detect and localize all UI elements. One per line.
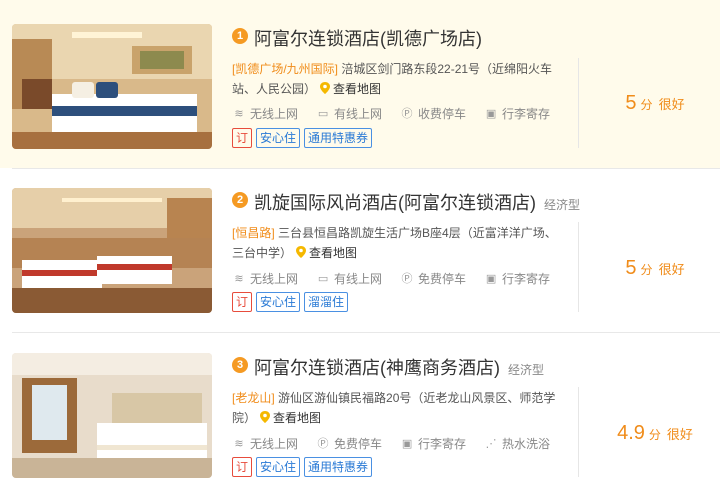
- wifi-icon: ≋: [234, 107, 244, 120]
- coupon-tag[interactable]: 通用特惠券: [304, 457, 373, 477]
- facility-item: ▭ 有线上网: [317, 272, 383, 286]
- map-pin-icon: [320, 82, 331, 94]
- safe-stay-tag[interactable]: 安心住: [256, 457, 301, 477]
- rank-badge: 2: [232, 192, 248, 208]
- score-unit: 分: [648, 428, 661, 442]
- hotel-type: 经济型: [508, 363, 545, 377]
- facility-item: ▭ 有线上网: [317, 107, 383, 121]
- rating-level: 很好: [666, 427, 693, 442]
- wifi-icon: ≋: [234, 272, 244, 285]
- facility-list: ≋ 无线上网 ▭ 有线上网 Ⓟ 收费停车 ▣ 行李寄存: [232, 105, 550, 122]
- view-map-link[interactable]: 查看地图: [316, 82, 381, 96]
- hotel-photo[interactable]: [12, 353, 212, 478]
- wifi-icon: ≋: [234, 437, 244, 450]
- hotel-photo[interactable]: [12, 24, 212, 149]
- row-divider: [12, 168, 720, 169]
- rank-badge: 3: [232, 357, 248, 373]
- book-tag[interactable]: 订: [232, 128, 253, 148]
- hotel-name[interactable]: 阿富尔连锁酒店(凯德广场店): [254, 29, 482, 49]
- rating-level: 很好: [658, 97, 685, 112]
- luggage-icon: ▣: [485, 107, 497, 120]
- facility-item: ▣ 行李寄存: [485, 107, 551, 121]
- facility-item: Ⓟ 收费停车: [401, 107, 467, 121]
- divider: [578, 387, 579, 477]
- view-map-link[interactable]: 查看地图: [256, 411, 321, 425]
- score: 5: [625, 257, 637, 279]
- parking-icon: Ⓟ: [401, 107, 413, 120]
- rating: 4.9 分很好: [600, 422, 710, 445]
- area-link[interactable]: [老龙山]: [232, 391, 275, 405]
- row-divider: [12, 332, 720, 333]
- facility-item: ≋ 无线上网: [232, 435, 298, 452]
- facility-item: Ⓟ 免费停车: [317, 437, 383, 451]
- facility-item: ≋ 无线上网: [232, 105, 298, 122]
- liuliu-stay-tag[interactable]: 溜溜住: [304, 292, 349, 312]
- luggage-icon: ▣: [401, 437, 413, 450]
- facility-item: ≋ 无线上网: [232, 270, 298, 287]
- monitor-icon: ▭: [317, 107, 329, 120]
- shower-icon: ⋰: [485, 437, 497, 450]
- safe-stay-tag[interactable]: 安心住: [256, 292, 301, 312]
- facility-item: Ⓟ 免费停车: [401, 272, 467, 286]
- score: 5: [625, 92, 637, 114]
- divider: [578, 58, 579, 148]
- tag-list: 订 安心住 通用特惠券: [232, 128, 373, 148]
- rating: 5 分很好: [600, 92, 710, 115]
- facility-item: ▣ 行李寄存: [401, 437, 467, 451]
- score-unit: 分: [640, 98, 653, 112]
- area-link[interactable]: [恒昌路]: [232, 226, 275, 240]
- hotel-name[interactable]: 凯旋国际风尚酒店(阿富尔连锁酒店): [254, 193, 536, 213]
- monitor-icon: ▭: [317, 272, 329, 285]
- luggage-icon: ▣: [485, 272, 497, 285]
- divider: [578, 222, 579, 312]
- rank-badge: 1: [232, 28, 248, 44]
- score: 4.9: [617, 422, 645, 444]
- facility-list: ≋ 无线上网 Ⓟ 免费停车 ▣ 行李寄存 ⋰ 热水洗浴: [232, 435, 550, 452]
- hotel-type: 经济型: [544, 198, 581, 212]
- facility-item: ⋰ 热水洗浴: [485, 437, 551, 451]
- safe-stay-tag[interactable]: 安心住: [256, 128, 301, 148]
- parking-icon: Ⓟ: [317, 437, 329, 450]
- view-map-link[interactable]: 查看地图: [292, 246, 357, 260]
- rating-level: 很好: [658, 262, 685, 277]
- area-link[interactable]: [凯德广场/九州国际]: [232, 62, 338, 76]
- hotel-photo[interactable]: [12, 188, 212, 313]
- score-unit: 分: [640, 263, 653, 277]
- map-pin-icon: [296, 246, 307, 258]
- tag-list: 订 安心住 通用特惠券: [232, 457, 373, 477]
- facility-list: ≋ 无线上网 ▭ 有线上网 Ⓟ 免费停车 ▣ 行李寄存: [232, 270, 550, 287]
- hotel-name[interactable]: 阿富尔连锁酒店(神鹰商务酒店): [254, 358, 500, 378]
- hotel-address: [老龙山] 游仙区游仙镇民福路20号（近老龙山风景区、师范学院） 查看地图: [232, 388, 562, 428]
- coupon-tag[interactable]: 通用特惠券: [304, 128, 373, 148]
- address-text: 三台县恒昌路凯旋生活广场B座4层（近富洋洋广场、三台中学）: [232, 226, 557, 260]
- book-tag[interactable]: 订: [232, 292, 253, 312]
- book-tag[interactable]: 订: [232, 457, 253, 477]
- tag-list: 订 安心住 溜溜住: [232, 292, 349, 312]
- hotel-address: [恒昌路] 三台县恒昌路凯旋生活广场B座4层（近富洋洋广场、三台中学） 查看地图: [232, 223, 562, 263]
- parking-icon: Ⓟ: [401, 272, 413, 285]
- rating: 5 分很好: [600, 257, 710, 280]
- hotel-address: [凯德广场/九州国际] 涪城区剑门路东段22-21号（近绵阳火车站、人民公园）查…: [232, 59, 562, 99]
- map-pin-icon: [260, 411, 271, 423]
- facility-item: ▣ 行李寄存: [485, 272, 551, 286]
